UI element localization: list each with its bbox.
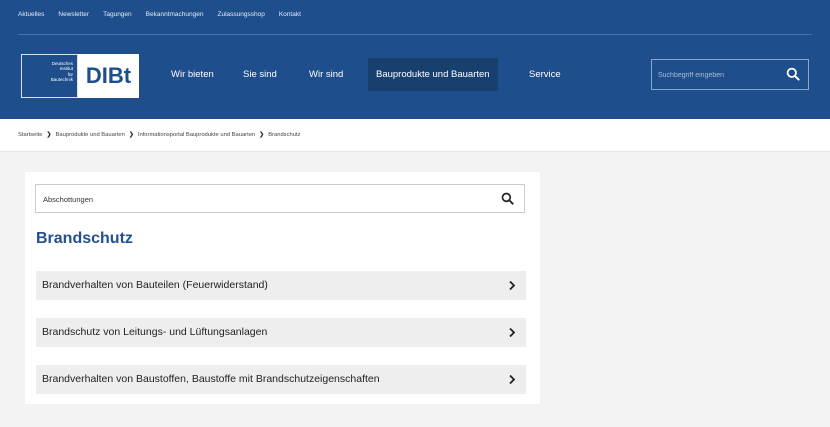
nav-sie-sind[interactable]: Sie sind: [243, 58, 277, 91]
breadcrumb-brandschutz: Brandschutz: [268, 131, 301, 138]
content-search: [35, 184, 525, 213]
nav-wir-bieten[interactable]: Wir bieten: [171, 58, 214, 91]
header-divider: [18, 34, 812, 35]
logo-mark: DIBt: [78, 54, 139, 98]
breadcrumb-informationsportal[interactable]: Informationsportal Bauprodukte und Bauar…: [138, 132, 255, 138]
chevron-right-icon: ❯: [46, 132, 52, 138]
top-nav: Aktuelles Newsletter Tagungen Bekanntmac…: [18, 11, 301, 18]
breadcrumb-startseite[interactable]: Startseite: [18, 132, 43, 138]
search-icon[interactable]: [786, 67, 800, 81]
chevron-right-icon: ❯: [128, 132, 134, 138]
topnav-newsletter[interactable]: Newsletter: [58, 11, 89, 18]
chevron-right-icon: [509, 327, 516, 338]
nav-bauprodukte-und-bauarten[interactable]: Bauprodukte und Bauarten: [368, 58, 498, 91]
dibt-logo[interactable]: Deutsches Institut für Bautechnik DIBt: [21, 54, 139, 98]
nav-wir-sind[interactable]: Wir sind: [309, 58, 343, 91]
logo-mark-text: DIBt: [85, 63, 132, 88]
topnav-aktuelles[interactable]: Aktuelles: [18, 11, 44, 18]
logo-institute-text: Deutsches Institut für Bautechnik: [21, 54, 78, 98]
accordion-item-baustoffe[interactable]: Brandverhalten von Baustoffen, Baustoffe…: [36, 365, 526, 394]
site-header: Aktuelles Newsletter Tagungen Bekanntmac…: [0, 0, 830, 119]
accordion-item-feuerwiderstand[interactable]: Brandverhalten von Bauteilen (Feuerwider…: [36, 271, 526, 300]
search-icon[interactable]: [501, 192, 514, 205]
breadcrumb-bauprodukte[interactable]: Bauprodukte und Bauarten: [56, 132, 125, 138]
content-search-input[interactable]: [43, 192, 483, 206]
content-card: Brandschutz Brandverhalten von Bauteilen…: [25, 172, 540, 404]
breadcrumb: Startseite ❯ Bauprodukte und Bauarten ❯ …: [18, 131, 301, 139]
accordion-item-label: Brandverhalten von Bauteilen (Feuerwider…: [42, 279, 268, 291]
accordion-item-leitungen-lueftung[interactable]: Brandschutz von Leitungs- und Lüftungsan…: [36, 318, 526, 347]
accordion-item-label: Brandschutz von Leitungs- und Lüftungsan…: [42, 326, 268, 338]
chevron-right-icon: [509, 280, 516, 291]
topnav-zulassungsshop[interactable]: Zulassungsshop: [217, 11, 264, 18]
topnav-bekanntmachungen[interactable]: Bekanntmachungen: [146, 11, 204, 18]
header-search: [651, 59, 809, 90]
topnav-kontakt[interactable]: Kontakt: [279, 11, 301, 18]
chevron-right-icon: [509, 374, 516, 385]
breadcrumb-bar: Startseite ❯ Bauprodukte und Bauarten ❯ …: [0, 119, 830, 152]
accordion-item-label: Brandverhalten von Baustoffen, Baustoffe…: [42, 373, 380, 385]
header-search-input[interactable]: [658, 67, 778, 83]
page-title: Brandschutz: [36, 230, 133, 247]
topnav-tagungen[interactable]: Tagungen: [103, 11, 132, 18]
nav-service[interactable]: Service: [529, 58, 561, 91]
chevron-right-icon: ❯: [259, 132, 265, 138]
